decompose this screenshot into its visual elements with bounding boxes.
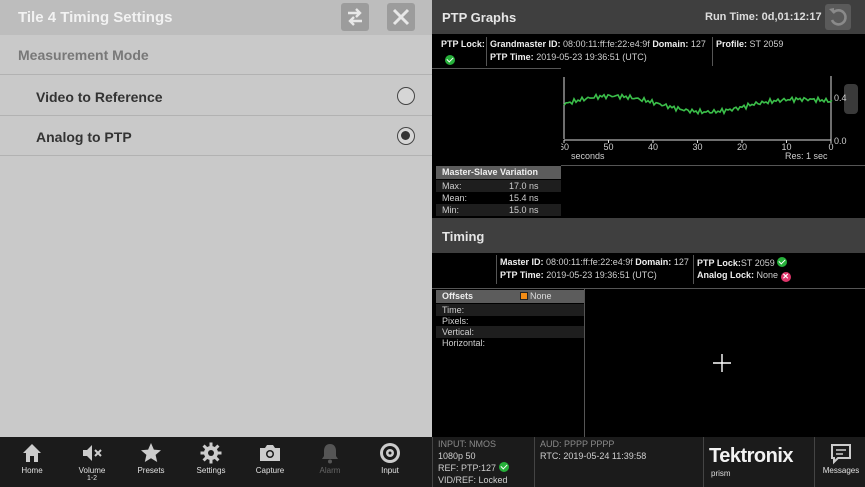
divider — [432, 437, 433, 487]
bell-icon — [322, 444, 338, 464]
offset-row-horizontal: Horizontal: — [442, 338, 486, 348]
graph-x-tick-label: 50 — [603, 142, 613, 152]
settings-title: Tile 4 Timing Settings — [18, 9, 173, 26]
divider — [584, 288, 585, 437]
graph-resolution: Res: 1 sec — [785, 151, 828, 161]
reset-button[interactable] — [825, 4, 851, 30]
tektronix-logo: Tektronix — [709, 445, 794, 467]
radio-video-to-reference[interactable] — [397, 87, 415, 105]
star-icon — [141, 443, 161, 462]
graph-y-bottom-label: 0.0 — [834, 136, 847, 146]
rtc-time: RTC: 2019-05-24 11:39:58 — [540, 451, 647, 461]
volume-muted-icon — [83, 445, 102, 461]
measurement-mode-label: Measurement Mode — [18, 47, 149, 63]
nav-settings[interactable]: Settings — [191, 441, 231, 475]
crosshair-icon — [713, 354, 731, 372]
nav-presets[interactable]: Presets — [131, 441, 171, 475]
timing-ptp-lock-row: PTP Lock:ST 2059 — [697, 257, 788, 268]
messages-icon — [831, 444, 851, 465]
option-video-to-reference[interactable]: Video to Reference — [0, 76, 432, 116]
divider — [561, 165, 865, 166]
ref-status: REF: PTP:127 — [438, 462, 509, 474]
graph-x-tick-label: 30 — [692, 142, 702, 152]
ptp-time-row: PTP Time: 2019-05-23 19:36:51 (UTC) — [490, 52, 647, 62]
graph-x-tick-label: 0 — [828, 142, 833, 152]
ptp-panel: PTP Graphs Run Time: 0d,01:12:17 PTP Loc… — [432, 0, 865, 437]
msv-row-min: Min: 15.0 ns — [436, 204, 561, 216]
measurement-mode-header: Measurement Mode — [0, 35, 432, 75]
msv-title: Master-Slave Variation — [436, 166, 561, 179]
graph-x-tick-label: 20 — [737, 142, 747, 152]
run-time: Run Time: 0d,01:12:17 — [705, 11, 822, 23]
ptp-lock-check-icon — [445, 55, 455, 65]
input-source: INPUT: NMOS — [438, 439, 497, 449]
offset-source: None — [530, 291, 552, 301]
analog-lock-x-icon: ✕ — [780, 272, 791, 282]
nav-input[interactable]: Input — [370, 441, 410, 475]
settings-title-bar: Tile 4 Timing Settings — [0, 0, 432, 35]
messages-button[interactable]: Messages — [820, 441, 862, 475]
divider — [703, 437, 704, 487]
input-icon — [380, 443, 400, 463]
timing-lock-check-icon — [777, 257, 788, 267]
prism-logo: prism — [711, 469, 731, 478]
msv-row-mean: Mean: 15.4 ns — [442, 193, 539, 203]
timing-header: Timing — [432, 218, 865, 253]
gear-icon — [200, 442, 222, 464]
ptp-lock-label: PTP Lock: — [441, 39, 485, 49]
graph-x-unit: seconds — [571, 151, 605, 161]
home-icon — [23, 444, 41, 462]
swap-button[interactable] — [341, 3, 369, 31]
option-analog-to-ptp[interactable]: Analog to PTP — [0, 116, 432, 156]
close-icon — [392, 8, 410, 26]
input-format: 1080p 50 — [438, 451, 476, 461]
analog-lock-row: Analog Lock: None ✕ — [697, 270, 791, 282]
camera-icon — [260, 445, 280, 461]
close-button[interactable] — [387, 3, 415, 31]
offsets-header: Offsets None — [436, 290, 584, 303]
audio-channels: AUD: PPPP PPPP — [540, 439, 615, 449]
ptp-variation-graph: 0.4 0.0 60 50 40 30 20 10 0 seconds Res: 1 sec — [561, 68, 865, 216]
option-label: Video to Reference — [36, 89, 163, 105]
graph-x-tick-label: 60 — [561, 142, 569, 152]
timing-ptp-time-row: PTP Time: 2019-05-23 19:36:51 (UTC) — [500, 270, 657, 280]
graph-y-top-label: 0.4 — [834, 93, 847, 103]
bottom-toolbar: Home Volume 1-2 Presets Settings Capture… — [0, 437, 865, 487]
divider — [693, 255, 694, 284]
divider — [486, 37, 487, 66]
msv-row-max: Max: 17.0 ns — [436, 180, 561, 192]
settings-panel: Tile 4 Timing Settings Measurement Mode … — [0, 0, 432, 437]
ptp-graphs-header: PTP Graphs Run Time: 0d,01:12:17 — [432, 0, 865, 34]
divider — [712, 37, 713, 66]
offset-source-swatch — [520, 292, 528, 300]
nav-volume[interactable]: Volume 1-2 — [72, 441, 112, 482]
master-id-row: Master ID: 08:00:11:ff:fe:22:e4:9f Domai… — [500, 257, 689, 267]
graph-x-tick-label: 40 — [648, 142, 658, 152]
timing-title: Timing — [442, 229, 485, 244]
radio-analog-to-ptp[interactable] — [397, 127, 415, 145]
nav-capture[interactable]: Capture — [250, 441, 290, 475]
audio-status: AUD: PPPP PPPP RTC: 2019-05-24 11:39:58 — [540, 438, 646, 462]
swap-icon — [348, 8, 362, 26]
divider — [496, 255, 497, 284]
divider — [534, 437, 535, 487]
divider — [814, 437, 815, 487]
profile-row: Profile: ST 2059 — [716, 39, 784, 49]
option-label: Analog to PTP — [36, 129, 132, 145]
vid-ref-status: VID/REF: Locked — [438, 475, 508, 485]
divider — [432, 288, 865, 289]
nav-alarm[interactable]: Alarm — [310, 441, 350, 475]
nav-home[interactable]: Home — [12, 441, 52, 475]
ref-check-icon — [498, 462, 509, 472]
grandmaster-row: Grandmaster ID: 08:00:11:ff:fe:22:e4:9f … — [490, 39, 706, 49]
ptp-graphs-title: PTP Graphs — [442, 10, 517, 25]
input-status: INPUT: NMOS 1080p 50 REF: PTP:127 VID/RE… — [438, 438, 509, 486]
reset-icon — [829, 8, 847, 26]
